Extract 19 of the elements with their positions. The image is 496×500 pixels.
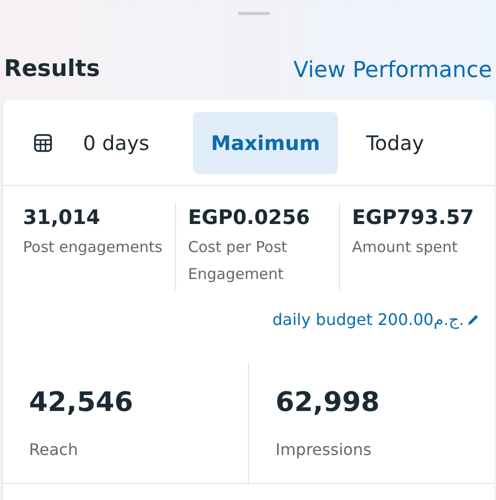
total-value: 42,546 <box>29 386 134 420</box>
metric-label: Cost per Post Engagement <box>188 237 288 285</box>
total-label: Impressions <box>275 438 372 461</box>
metric-label: Post engagements <box>23 237 164 258</box>
daily-budget-link[interactable]: daily budget 200.00ج.م. <box>272 308 480 332</box>
metric-value: EGP793.57 <box>352 204 475 231</box>
metric-value: 31,014 <box>23 204 102 231</box>
calendar-icon <box>33 132 53 152</box>
drag-handle[interactable] <box>238 12 270 15</box>
view-performance-link[interactable]: View Performance <box>293 54 492 86</box>
metric-value: EGP0.0256 <box>188 204 311 231</box>
pencil-icon <box>466 313 480 327</box>
section-title: Results <box>4 55 100 84</box>
date-range-tab[interactable]: Maximum <box>193 112 338 174</box>
total-label: Reach <box>29 438 79 461</box>
total-value: 62,998 <box>275 386 381 420</box>
metric-label: Amount spent <box>352 237 459 258</box>
date-range-tab[interactable]: 0 days <box>63 112 183 174</box>
date-range-tab[interactable]: Today <box>348 112 442 174</box>
